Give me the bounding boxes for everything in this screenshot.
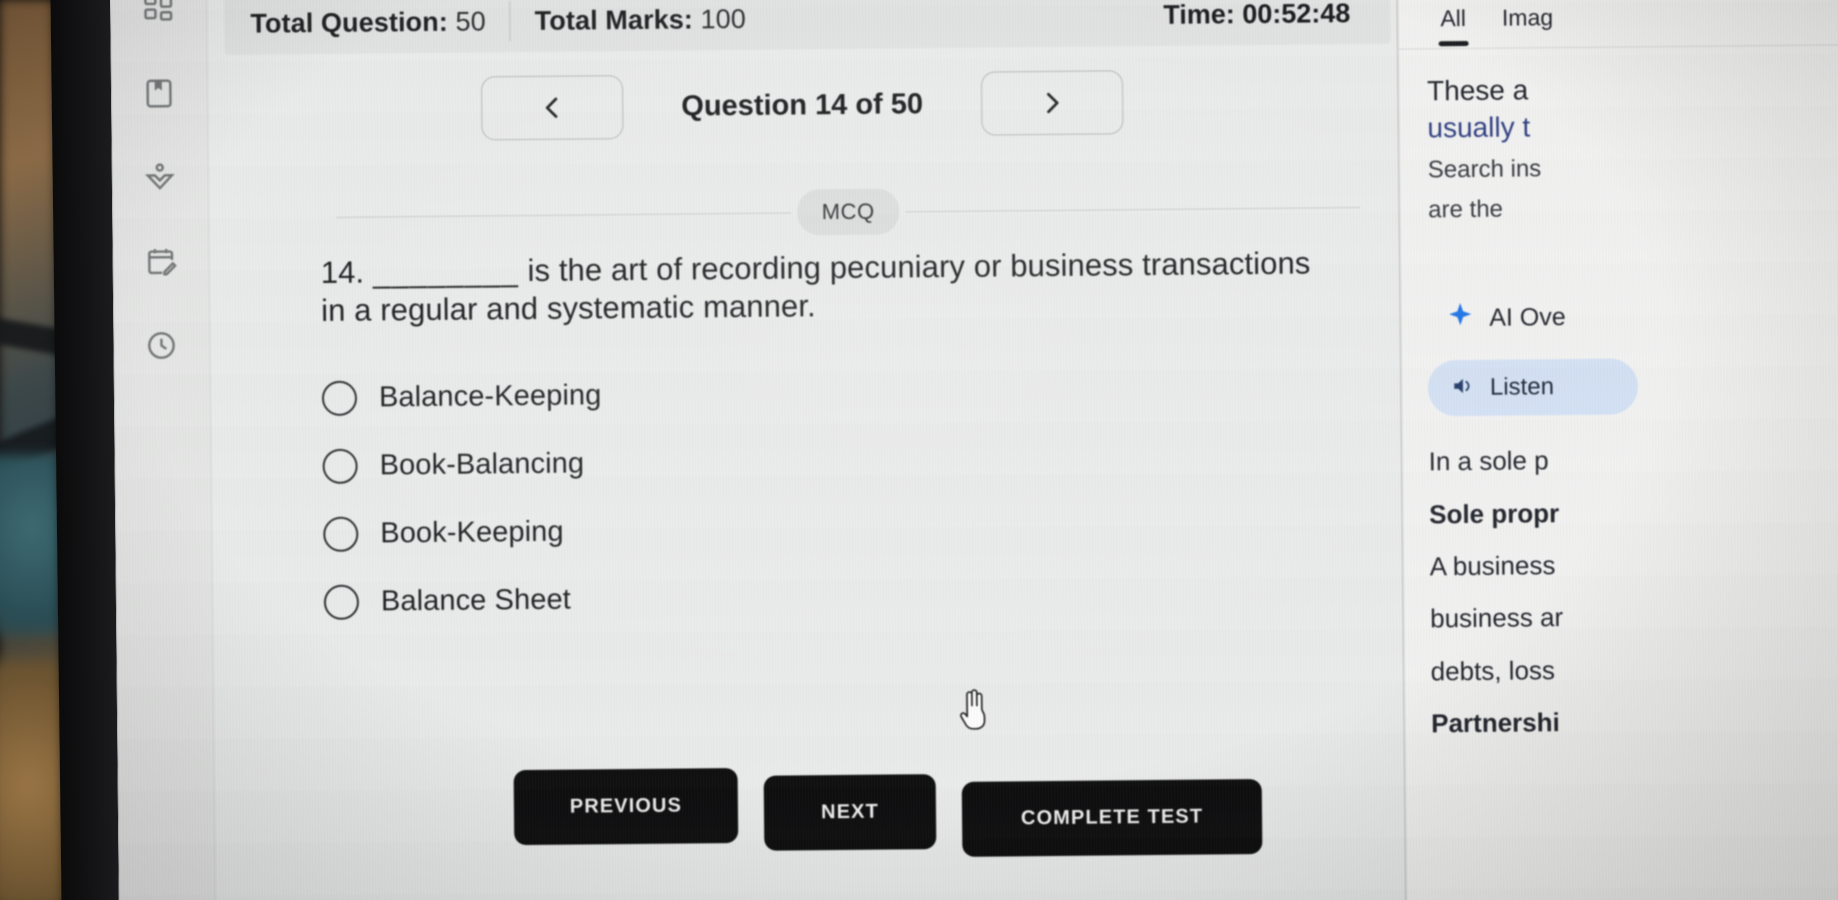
option-row[interactable]: Book-Balancing: [322, 423, 1223, 500]
total-question-value: 50: [455, 5, 486, 37]
quiz-action-bar: PREVIOUS NEXT COMPLETE TEST: [513, 763, 1263, 861]
question-counter: Question 14 of 50: [681, 87, 924, 123]
quiz-panel: Total Question: 50 Total Marks: 100 Time…: [205, 0, 1405, 900]
snippet-line-2: usually t: [1427, 111, 1531, 144]
sidebar-item-learning[interactable]: [140, 157, 180, 197]
body-paragraph-2c: debts, loss: [1430, 655, 1556, 687]
body-paragraph-2a: A business: [1429, 550, 1556, 582]
radio-button-icon[interactable]: [321, 380, 358, 416]
total-question-label: Total Question:: [250, 6, 449, 39]
chevron-right-icon: [1037, 88, 1067, 118]
total-question-meta: Total Question: 50: [250, 6, 486, 39]
question-blank: ________: [372, 253, 520, 290]
app-sidebar: [110, 0, 217, 900]
previous-question-button[interactable]: [481, 75, 624, 141]
learner-reading-icon: [143, 160, 177, 194]
body-paragraph-2b: business ar: [1430, 602, 1564, 634]
meta-divider: [509, 1, 511, 42]
option-row[interactable]: Balance Sheet: [323, 559, 1225, 636]
countdown-timer: Time: 00:52:48: [1163, 0, 1351, 30]
tab-all[interactable]: All: [1440, 5, 1466, 46]
hand-pointer-cursor: [955, 688, 993, 739]
monitor-photo: Total Question: 50 Total Marks: 100 Time…: [0, 0, 1838, 900]
tab-images[interactable]: Imag: [1502, 4, 1554, 45]
ai-overview-label: AI Ove: [1489, 303, 1566, 332]
option-row[interactable]: Book-Keeping: [323, 491, 1224, 568]
chevron-left-icon: [537, 93, 567, 123]
option-label: Book-Keeping: [380, 515, 564, 549]
question-navigation: Question 14 of 50: [207, 68, 1398, 143]
divider-left: [336, 211, 792, 218]
sparkle-icon: [1445, 301, 1475, 336]
speaker-icon: [1450, 372, 1476, 403]
sidebar-item-tests[interactable]: [140, 241, 180, 281]
dashboard-grid-icon: [141, 0, 175, 27]
monitor-screen: Total Question: 50 Total Marks: 100 Time…: [110, 0, 1838, 900]
clock-icon: [144, 328, 178, 362]
calendar-edit-icon: [144, 244, 178, 278]
snippet-line-3: Search ins: [1427, 155, 1542, 184]
listen-button[interactable]: Listen: [1427, 358, 1639, 417]
bookmark-book-icon: [142, 76, 176, 110]
body-paragraph-1: In a sole p: [1428, 445, 1549, 477]
question-number: 14.: [320, 254, 365, 290]
quiz-topbar: Total Question: 50 Total Marks: 100 Time…: [224, 0, 1391, 55]
radio-button-icon[interactable]: [323, 516, 359, 552]
radio-button-icon[interactable]: [323, 584, 360, 620]
search-tabs: All Imag: [1398, 0, 1838, 47]
question-body-line-2: in a regular and systematic manner.: [320, 288, 816, 328]
body-heading-partnership: Partnershi: [1431, 707, 1560, 739]
sidebar-item-library[interactable]: [139, 73, 179, 113]
option-label: Balance Sheet: [380, 583, 572, 617]
total-marks-meta: Total Marks: 100: [535, 3, 746, 36]
snippet-line-4: are the: [1428, 195, 1504, 224]
ai-overview-body: In a sole p Sole propr A business busine…: [1402, 412, 1838, 743]
listen-label: Listen: [1489, 373, 1555, 401]
sidebar-item-history[interactable]: [141, 325, 181, 365]
sidebar-item-dashboard[interactable]: [138, 0, 178, 30]
body-heading-sole-proprietorship: Sole propr: [1429, 497, 1560, 529]
divider-right: [904, 206, 1361, 212]
radio-button-icon[interactable]: [322, 448, 358, 484]
snippet-line-1: These a: [1426, 74, 1529, 107]
question-type-row: MCQ: [336, 184, 1361, 240]
option-row[interactable]: Balance-Keeping: [321, 355, 1223, 432]
next-question-button[interactable]: [980, 70, 1124, 136]
question-type-badge: MCQ: [797, 188, 900, 236]
question-text: 14. ________ is the art of recording pec…: [321, 243, 1452, 329]
total-marks-value: 100: [700, 3, 747, 34]
search-snippet: These a usually t Search ins are the: [1399, 45, 1838, 228]
previous-button[interactable]: PREVIOUS: [513, 768, 739, 846]
question-body-line-1: is the art of recording pecuniary or bus…: [518, 245, 1311, 289]
ai-overview-header: AI Ove: [1400, 223, 1838, 337]
browser-search-panel: All Imag These a usually t Search ins ar…: [1395, 0, 1838, 900]
option-label: Balance-Keeping: [378, 378, 602, 413]
total-marks-label: Total Marks:: [534, 3, 694, 36]
answer-options: Balance-Keeping Book-Balancing Book-Keep…: [321, 355, 1225, 636]
option-label: Book-Balancing: [379, 446, 585, 481]
complete-test-button[interactable]: COMPLETE TEST: [961, 778, 1263, 857]
next-button[interactable]: NEXT: [763, 774, 937, 851]
